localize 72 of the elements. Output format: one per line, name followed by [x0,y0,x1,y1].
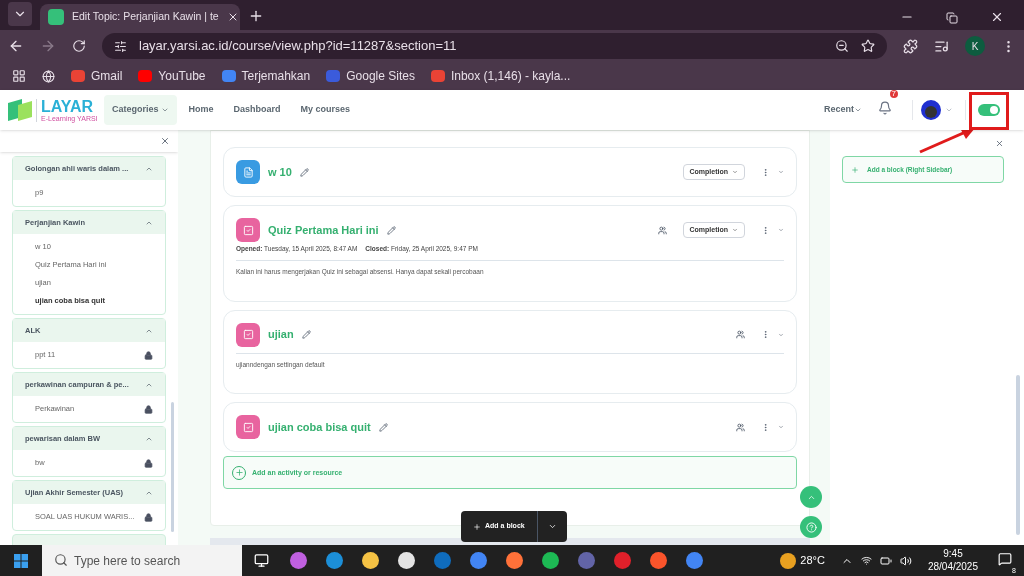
bookmark-icon[interactable] [138,70,153,82]
user-avatar[interactable] [921,100,941,120]
clock-date[interactable]: 28/04/2025 [927,560,978,573]
browser-tab[interactable]: Edit Topic: Perjanjian Kawin | te [40,4,240,30]
plus-icon [851,165,859,174]
forward-icon[interactable] [40,38,56,54]
pencil-icon[interactable] [301,330,311,339]
site-logo-icon [48,9,64,25]
nav-link[interactable]: Dashboard [233,103,281,117]
logo-title: LAYAR [41,98,95,115]
bookmark-star-icon[interactable] [861,39,875,53]
tab-title: Edit Topic: Perjanjian Kawin | te [72,9,219,25]
pencil-icon[interactable] [299,167,309,177]
globe-icon[interactable] [42,69,55,83]
close-icon[interactable] [990,10,1004,24]
plus-icon [473,522,481,531]
edit-mode-toggle[interactable] [978,104,1000,116]
temperature: 28°C [800,553,825,569]
nav-link[interactable]: My courses [300,103,351,117]
profile-avatar[interactable]: K [965,36,985,56]
clock-time[interactable]: 9:45 [943,548,963,561]
document-icon [236,160,260,184]
nav-link[interactable]: Categories [112,103,159,117]
nav-link[interactable]: Home [188,103,214,117]
bookmark-link[interactable]: YouTube [158,67,206,85]
address-bar[interactable]: layar.yarsi.ac.id/course/view.php?id=11287&section=11 [102,33,887,59]
checkbox-icon [236,218,260,242]
pencil-icon[interactable] [386,225,396,235]
site-settings-icon [114,39,127,53]
url-text: layar.yarsi.ac.id/course/view.php?id=11287&section=11 [139,37,458,56]
network-icon [860,555,872,566]
taskbar-search-field[interactable]: Type here to search [42,545,242,576]
notification-count: 7 [889,90,898,98]
bookmark-link[interactable]: Inbox (1,146) - kayla... [450,67,571,85]
caret-icon[interactable] [160,106,169,114]
notification-icon[interactable] [998,551,1012,566]
bookmark-icon[interactable] [221,70,236,82]
caret-icon[interactable] [854,106,862,114]
checkbox-icon [236,415,260,440]
battery-icon [879,554,892,567]
logo-mark-icon[interactable] [8,99,32,121]
media-icon[interactable] [934,38,949,54]
bookmark-icon[interactable] [430,70,445,82]
pencil-icon[interactable] [378,422,388,432]
new-tab-icon[interactable] [248,8,264,24]
restore-icon[interactable] [946,12,958,24]
bookmark-link[interactable]: Terjemahkan [241,67,311,85]
checkbox-icon [236,322,260,347]
back-icon[interactable] [8,38,24,54]
bookmark-icon[interactable] [71,70,85,82]
nav-item[interactable]: Home [180,95,222,125]
zoom-icon[interactable] [835,39,849,53]
tab-list-button[interactable] [8,2,32,26]
notification-bell-icon[interactable] [878,101,892,115]
caret-icon [732,227,738,233]
more-options-icon[interactable] [761,167,770,177]
recent-menu[interactable]: Recent [824,103,854,117]
more-options-icon[interactable] [761,330,770,339]
bookmark-link[interactable]: Google Sites [346,67,415,85]
more-options-icon[interactable] [761,422,770,432]
volume-icon [899,554,912,567]
bookmark-link[interactable]: Gmail [91,67,123,85]
search-icon [54,553,68,567]
extensions-icon[interactable] [903,38,918,54]
reload-icon[interactable] [72,39,86,53]
nav-item[interactable]: My courses [292,95,359,125]
nav-item[interactable]: Dashboard [225,95,289,125]
nav-item[interactable]: Categories [104,95,177,125]
apps-icon[interactable] [12,69,26,83]
caret-icon [732,169,738,175]
more-options-icon[interactable] [761,225,770,235]
highlight-frame [969,92,1009,130]
